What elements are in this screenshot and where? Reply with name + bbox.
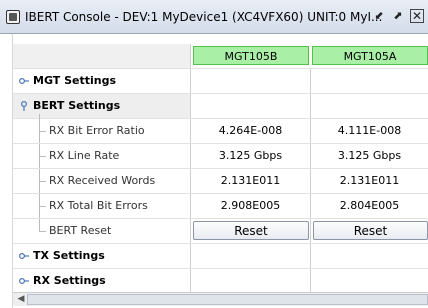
table-row-bert-reset[interactable]: BERT Reset Reset Reset (13, 219, 428, 244)
group-label-bert-settings: BERT Settings (33, 99, 121, 112)
row-label: RX Line Rate (49, 149, 120, 162)
value-cell: 3.125 Gbps (191, 144, 311, 168)
tree-cell: BERT Reset (13, 219, 191, 243)
table-row[interactable]: RX Bit Error Ratio 4.264E-008 4.111E-008 (13, 119, 428, 144)
tree-branch (39, 231, 46, 232)
value-cell: 4.264E-008 (191, 119, 311, 143)
expanded-node-icon[interactable] (19, 101, 29, 111)
group-label-tx-settings: TX Settings (33, 249, 105, 262)
row-label: RX Total Bit Errors (49, 199, 148, 212)
group-label-rx-settings: RX Settings (33, 274, 106, 287)
collapsed-node-icon[interactable] (19, 76, 29, 86)
group-label-mgt-settings: MGT Settings (33, 74, 117, 87)
value-cell: 2.908E005 (191, 194, 311, 218)
table-row[interactable]: RX Received Words 2.131E011 2.131E011 (13, 169, 428, 194)
tree-branch (39, 131, 46, 132)
horizontal-scrollbar[interactable]: ◀ (13, 292, 428, 306)
tree-cell: RX Settings (13, 269, 191, 293)
empty-cell (311, 269, 428, 293)
row-label: RX Received Words (49, 174, 156, 187)
collapsed-node-icon[interactable] (19, 251, 29, 261)
tree-row-rx-settings[interactable]: RX Settings (13, 269, 428, 294)
value-cell: 3.125 Gbps (311, 144, 428, 168)
app-icon (6, 10, 20, 24)
restore-icon[interactable]: ⬋ (372, 9, 386, 23)
empty-cell (311, 244, 428, 268)
button-cell: Reset (311, 219, 428, 243)
collapsed-node-icon[interactable] (19, 276, 29, 286)
window-title: IBERT Console - DEV:1 MyDevice1 (XC4VFX6… (25, 10, 383, 24)
column-header-mgt105a[interactable]: MGT105A (312, 46, 428, 65)
button-cell: Reset (191, 219, 311, 243)
value-cell: 2.131E011 (191, 169, 311, 193)
reset-button-mgt105b[interactable]: Reset (193, 221, 309, 240)
empty-cell (191, 244, 311, 268)
maximize-icon[interactable]: ⬈ (391, 9, 405, 23)
window-titlebar[interactable]: IBERT Console - DEV:1 MyDevice1 (XC4VFX6… (0, 0, 428, 34)
value-cell: 2.804E005 (311, 194, 428, 218)
value-cell: 4.111E-008 (311, 119, 428, 143)
tree-cell: RX Line Rate (13, 144, 191, 168)
tree-cell: RX Received Words (13, 169, 191, 193)
empty-cell (191, 94, 311, 118)
tree-row-bert-settings[interactable]: BERT Settings (13, 94, 428, 119)
left-gutter (0, 34, 13, 308)
tree-branch (39, 156, 46, 157)
tree-branch (39, 206, 46, 207)
tree-cell: TX Settings (13, 244, 191, 268)
empty-cell (311, 94, 428, 118)
tree-cell: RX Bit Error Ratio (13, 119, 191, 143)
value-cell: 2.131E011 (311, 169, 428, 193)
row-label: RX Bit Error Ratio (49, 124, 145, 137)
tree-row-tx-settings[interactable]: TX Settings (13, 244, 428, 269)
column-header-row: MGT105B MGT105A (13, 44, 428, 69)
empty-cell (311, 69, 428, 93)
row-label: BERT Reset (49, 224, 112, 237)
table-row[interactable]: RX Line Rate 3.125 Gbps 3.125 Gbps (13, 144, 428, 169)
tree-cell: RX Total Bit Errors (13, 194, 191, 218)
table-row[interactable]: RX Total Bit Errors 2.908E005 2.804E005 (13, 194, 428, 219)
column-header-mgt105b[interactable]: MGT105B (193, 46, 309, 65)
header-blank (13, 44, 191, 68)
close-icon[interactable]: ✕ (410, 9, 424, 23)
tree-row-mgt-settings[interactable]: MGT Settings (13, 69, 428, 94)
scroll-thumb[interactable] (27, 294, 428, 305)
tree-cell: MGT Settings (13, 69, 191, 93)
scroll-left-icon[interactable]: ◀ (15, 294, 27, 305)
empty-cell (191, 269, 311, 293)
reset-button-mgt105a[interactable]: Reset (313, 221, 428, 240)
tree-branch (39, 181, 46, 182)
empty-cell (191, 69, 311, 93)
